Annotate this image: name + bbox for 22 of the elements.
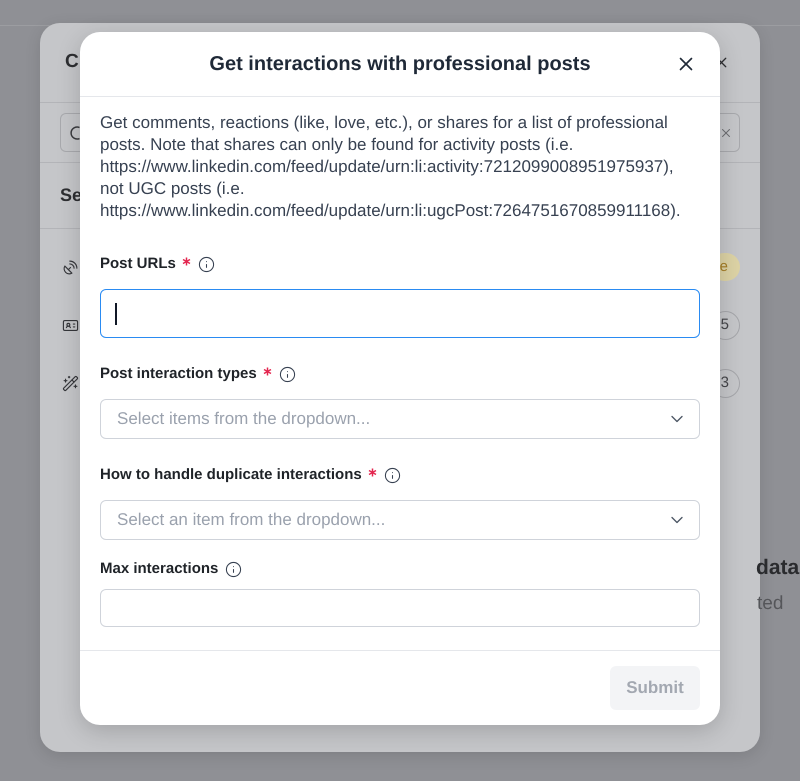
description-text: Get comments, reactions (like, love, etc.), or shares for a list of professional posts. Note that shares can only be found for activity posts (i.e. https://www.linkedin.com/feed/update/urn:li:activity:7212099008951975937), not UGC posts (i.e. https://www.linkedin.com/feed/update/urn:li:ugcPost:7264751670859911168). — [100, 112, 682, 222]
satellite-dish-icon — [62, 258, 79, 276]
dropdown-select[interactable]: Select items from the dropdown... — [100, 399, 700, 439]
caption-text: ted — [757, 592, 784, 616]
text-cursor-icon — [115, 302, 116, 324]
field-label: Post interaction types — [100, 364, 257, 384]
field-label: Post URLs — [100, 254, 176, 274]
heading-text: data — [756, 555, 800, 581]
section-heading: Se — [60, 184, 82, 207]
modal-title: Get interactions with professional posts — [209, 52, 591, 77]
info-icon[interactable] — [198, 256, 215, 272]
text-area-field[interactable] — [100, 289, 700, 338]
info-icon[interactable] — [225, 560, 242, 578]
field-label: How to handle duplicate interactions — [100, 464, 362, 485]
dropdown-select[interactable]: Select an item from the dropdown... — [100, 500, 700, 540]
dialog-title: C — [65, 50, 79, 74]
field-label: Max interactions — [100, 558, 218, 579]
info-icon[interactable] — [278, 366, 296, 382]
input-field[interactable] — [100, 589, 700, 627]
search-icon — [70, 124, 80, 140]
info-icon[interactable] — [384, 466, 401, 484]
magic-wand-icon — [62, 374, 79, 392]
